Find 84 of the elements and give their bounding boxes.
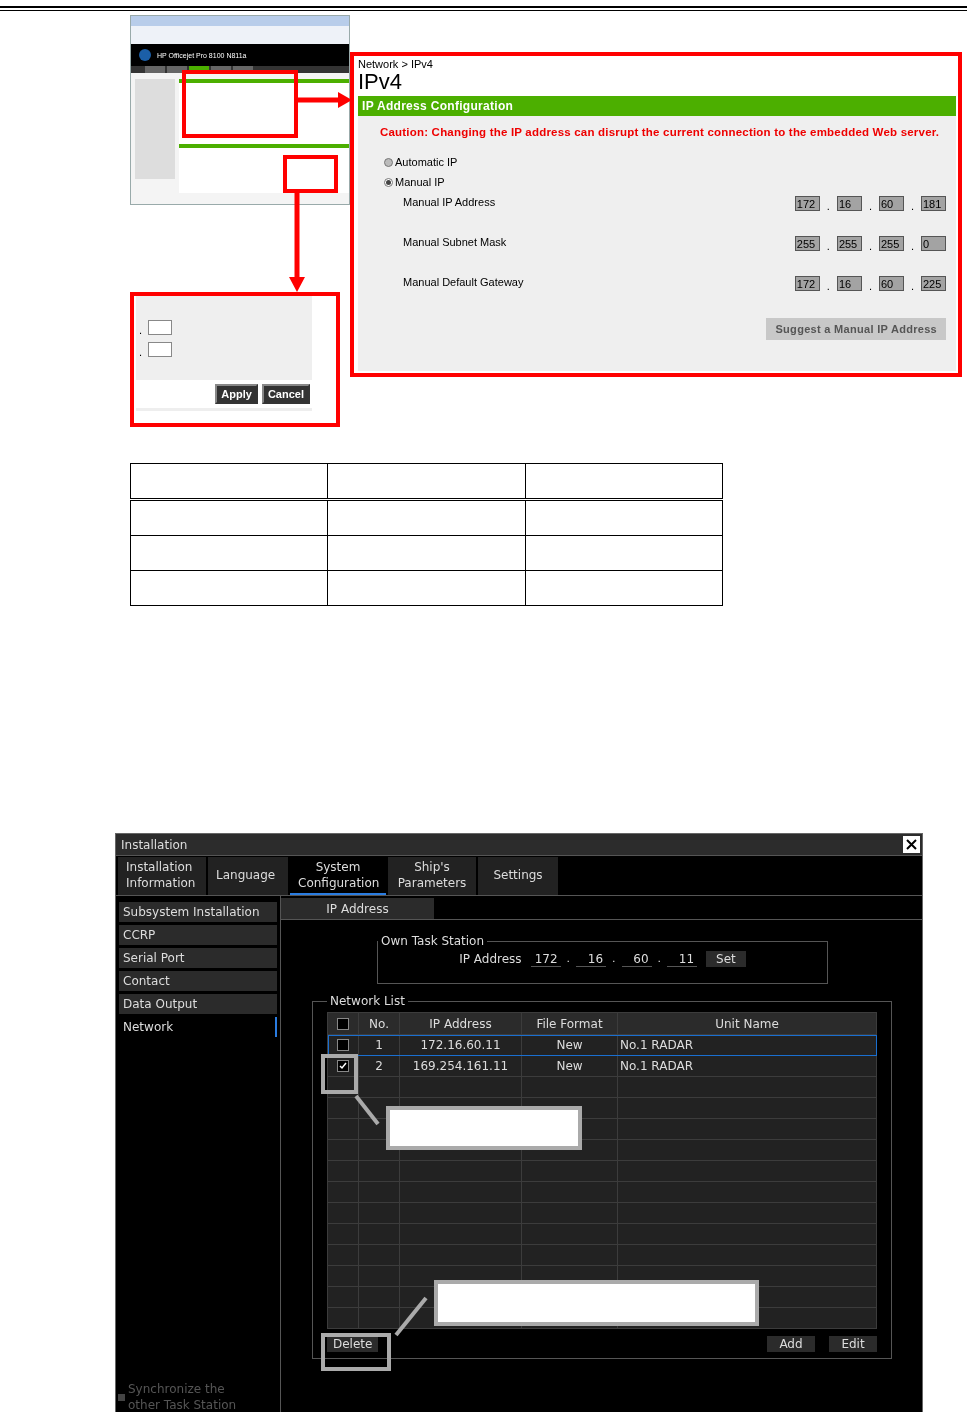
dialog-title: Installation (121, 837, 188, 852)
octet-separator: . (825, 241, 831, 251)
tab[interactable]: IP Address (281, 898, 434, 919)
menu-item[interactable]: Serial Port (119, 948, 277, 968)
table-row[interactable]: 2 169.254.161.11 New No.1 RADAR (327, 1055, 877, 1077)
octet-field[interactable]: 225 (921, 276, 946, 291)
octet-field[interactable]: 60 (878, 196, 904, 211)
leader-line (354, 1094, 380, 1126)
octet-separator: . (138, 347, 144, 357)
tab[interactable]: Installation Information (118, 857, 206, 895)
octet-separator: . (909, 281, 915, 291)
leader-line (394, 1296, 428, 1337)
octet-separator: . (825, 281, 831, 291)
radio-label: Automatic IP (395, 156, 458, 168)
column-header: IP Address (399, 1012, 522, 1035)
octet-separator: . (867, 281, 873, 291)
apply-button[interactable]: Apply (215, 384, 258, 404)
radio-label: Manual IP (395, 176, 445, 188)
cancel-button[interactable]: Cancel (261, 384, 310, 404)
radio-button[interactable] (384, 157, 393, 167)
highlight-frame (321, 1054, 358, 1094)
octet-separator: . (909, 241, 915, 251)
table-cell: 169.254.161.11 (399, 1055, 522, 1077)
menu-item[interactable]: Data Output (119, 994, 277, 1014)
suggest-button[interactable]: Suggest a Manual IP Address (766, 318, 946, 340)
page-heading: IPv4 (358, 70, 404, 94)
octet-field[interactable]: 16 (836, 196, 862, 211)
group-legend: Own Task Station (378, 934, 488, 948)
group-legend: Network List (327, 994, 408, 1008)
column-header: File Format (521, 1012, 618, 1035)
octet-separator: . (825, 201, 831, 211)
octet-field[interactable]: 181 (921, 196, 946, 211)
checkbox[interactable] (337, 1017, 349, 1030)
tab[interactable]: Settings (478, 857, 558, 895)
tab[interactable]: Language (208, 857, 288, 895)
field-label: Manual Subnet Mask (403, 236, 508, 248)
octet-field[interactable]: 60 (621, 951, 652, 967)
table-cell: No.1 RADAR (617, 1055, 877, 1077)
octet-separator: . (867, 241, 873, 251)
octet-field[interactable]: 255 (836, 236, 862, 251)
menu-item[interactable]: Contact (119, 971, 277, 991)
section-header: IP Address Configuration (358, 96, 956, 116)
octet-field[interactable]: 11 (667, 951, 698, 967)
input-field[interactable] (148, 342, 173, 357)
table-cell: New (521, 1055, 618, 1077)
field-label: IP Address (459, 952, 522, 966)
check-icon (339, 1062, 347, 1070)
table-row[interactable]: 1 172.16.60.11 New No.1 RADAR (327, 1034, 877, 1056)
highlight-frame (321, 1333, 391, 1371)
breadcrumb: Network > IPv4 (358, 58, 434, 70)
octet-separator: . (611, 954, 617, 964)
octet-field[interactable]: 172 (530, 951, 561, 967)
input-field[interactable] (148, 320, 173, 335)
highlight-frame (283, 155, 338, 193)
octet-field[interactable]: 172 (794, 276, 820, 291)
octet-field[interactable]: 255 (794, 236, 820, 251)
checkbox[interactable] (118, 1394, 125, 1401)
menu-item[interactable]: CCRP (119, 925, 277, 945)
octet-separator: . (656, 954, 663, 964)
octet-separator: . (138, 325, 144, 335)
octet-field[interactable]: 172 (794, 196, 820, 211)
column-header: No. (358, 1012, 400, 1035)
table-cell: 2 (358, 1055, 400, 1077)
octet-field[interactable]: 60 (878, 276, 904, 291)
column-header: Unit Name (617, 1012, 877, 1035)
octet-field[interactable]: 16 (576, 951, 607, 967)
octet-separator: . (565, 954, 572, 964)
checkbox-label: Synchronize the other Task Station (128, 1381, 238, 1412)
menu-item[interactable]: Subsystem Installation (119, 902, 277, 922)
octet-field[interactable]: 16 (836, 276, 862, 291)
radio-button[interactable] (384, 177, 393, 187)
add-button[interactable]: Add (767, 1336, 815, 1352)
octet-field[interactable]: 255 (878, 236, 904, 251)
field-label: Manual IP Address (403, 196, 497, 208)
set-button[interactable]: Set (706, 951, 746, 967)
octet-separator: . (867, 201, 873, 211)
field-label: Manual Default Gateway (403, 276, 525, 288)
checkbox[interactable] (337, 1039, 349, 1051)
caution-text: Caution: Changing the IP address can disrupt the current connection to the embedded Web server. (380, 126, 941, 138)
tab[interactable]: Ship's Parameters (388, 857, 476, 895)
edit-button[interactable]: Edit (829, 1336, 877, 1352)
octet-separator: . (909, 201, 915, 211)
octet-field[interactable]: 0 (921, 236, 946, 251)
checkbox[interactable] (337, 1060, 349, 1072)
